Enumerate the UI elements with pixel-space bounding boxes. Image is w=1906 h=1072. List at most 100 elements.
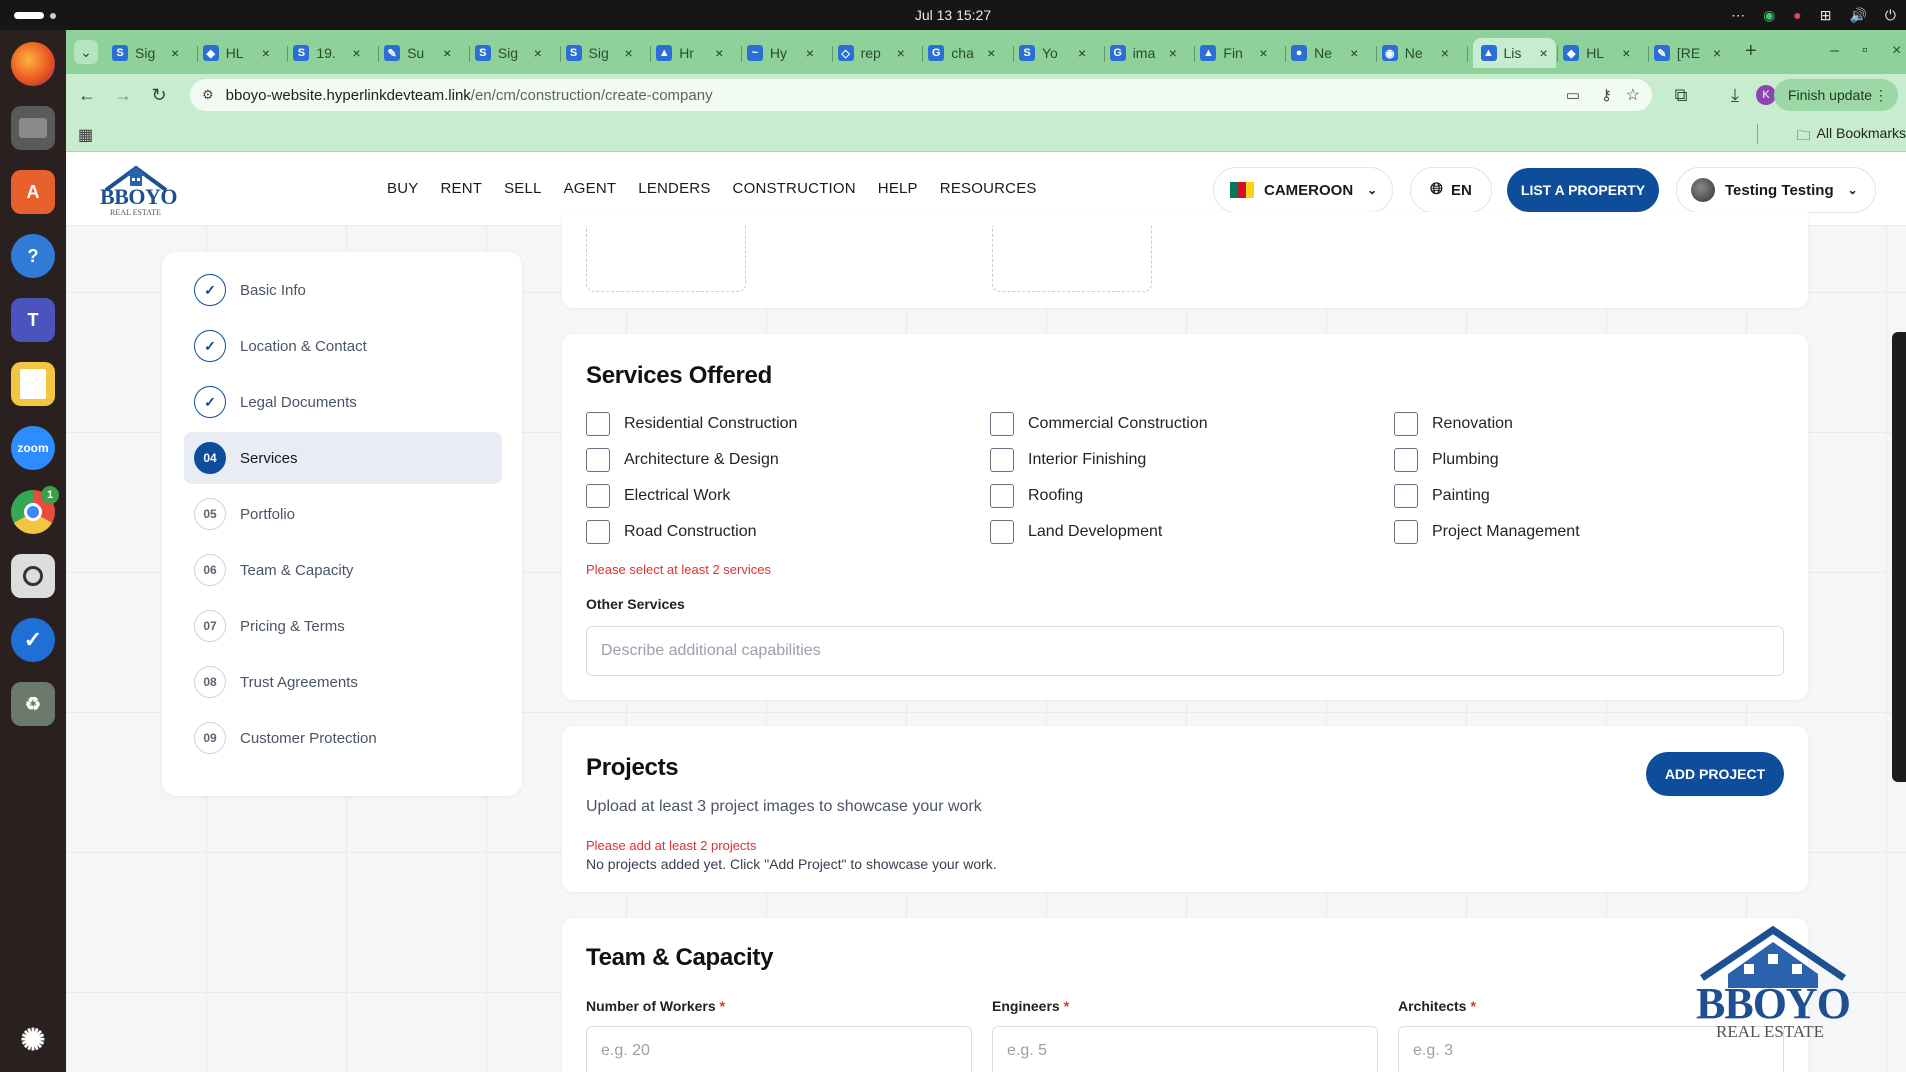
nav-link-buy[interactable]: BUY bbox=[387, 180, 418, 197]
downloads-icon[interactable]: ⤓ bbox=[1724, 84, 1746, 106]
browser-tab[interactable]: S Sig × bbox=[474, 38, 542, 68]
help-icon[interactable]: ? bbox=[11, 234, 55, 278]
tray-power-icon[interactable]: ⏻ bbox=[1885, 7, 1896, 24]
bookmark-star-icon[interactable]: ☆ bbox=[1626, 85, 1640, 105]
tab-close-icon[interactable]: × bbox=[1441, 45, 1449, 61]
tab-close-icon[interactable]: × bbox=[1540, 45, 1548, 61]
tab-close-icon[interactable]: × bbox=[715, 45, 723, 61]
browser-tab[interactable]: S Sig × bbox=[112, 38, 179, 68]
service-checkbox-item[interactable]: Residential Construction bbox=[586, 412, 797, 436]
upload-dropzone[interactable] bbox=[586, 226, 746, 292]
language-selector[interactable]: 🌐︎ EN bbox=[1410, 167, 1492, 213]
browser-tab[interactable]: ✎ [RE × bbox=[1653, 38, 1721, 68]
search-icon[interactable] bbox=[11, 554, 55, 598]
country-selector[interactable]: CAMEROON ⌄ bbox=[1213, 167, 1393, 213]
reload-icon[interactable]: ↻ bbox=[148, 84, 170, 106]
checkbox[interactable] bbox=[586, 520, 610, 544]
system-clock[interactable]: Jul 13 15:27 bbox=[0, 7, 1906, 23]
checkbox[interactable] bbox=[586, 484, 610, 508]
tray-volume-icon[interactable]: 🔊 bbox=[1849, 7, 1866, 24]
tab-close-icon[interactable]: × bbox=[806, 45, 814, 61]
checkbox[interactable] bbox=[990, 520, 1014, 544]
browser-tab[interactable]: ◇ rep × bbox=[837, 38, 905, 68]
checkbox[interactable] bbox=[1394, 484, 1418, 508]
browser-tab[interactable]: ▲ Hr × bbox=[656, 38, 723, 68]
show-apps-icon[interactable]: ✺ bbox=[11, 1018, 55, 1062]
zoom-icon[interactable]: zoom bbox=[11, 426, 55, 470]
step-item[interactable]: 08 Trust Agreements bbox=[184, 656, 502, 708]
step-item[interactable]: 06 Team & Capacity bbox=[184, 544, 502, 596]
service-checkbox-item[interactable]: Road Construction bbox=[586, 520, 757, 544]
extensions-icon[interactable]: ⧉ bbox=[1670, 84, 1692, 106]
trash-icon[interactable]: ♻ bbox=[11, 682, 55, 726]
tray-more-icon[interactable]: ⋯ bbox=[1731, 7, 1745, 24]
nav-link-rent[interactable]: RENT bbox=[440, 180, 482, 197]
tab-close-icon[interactable]: × bbox=[897, 45, 905, 61]
service-checkbox-item[interactable]: Plumbing bbox=[1394, 448, 1499, 472]
checkbox[interactable] bbox=[1394, 520, 1418, 544]
browser-tab[interactable]: Gcha × bbox=[928, 38, 995, 68]
tab-close-icon[interactable]: × bbox=[1169, 45, 1177, 61]
checkbox[interactable] bbox=[1394, 412, 1418, 436]
checkbox[interactable] bbox=[1394, 448, 1418, 472]
step-item[interactable]: ✓ Basic Info bbox=[184, 264, 502, 316]
tab-close-icon[interactable]: × bbox=[1259, 45, 1267, 61]
browser-tab[interactable]: S 19. × bbox=[293, 38, 361, 68]
forward-icon[interactable]: → bbox=[112, 84, 134, 106]
text-editor-icon[interactable] bbox=[11, 362, 55, 406]
maximize-icon[interactable]: ▫ bbox=[1862, 42, 1868, 60]
browser-tab[interactable]: Gima × bbox=[1109, 38, 1177, 68]
tab-close-icon[interactable]: × bbox=[443, 45, 451, 61]
new-tab-button[interactable]: + bbox=[1745, 40, 1757, 63]
address-bar[interactable]: ⚙ bboyo-website.hyperlinkdevteam.link/en… bbox=[190, 79, 1652, 111]
step-item[interactable]: 04 Services bbox=[184, 432, 502, 484]
all-bookmarks-link[interactable]: 🗀 All Bookmarks bbox=[1797, 125, 1906, 149]
firefox-icon[interactable] bbox=[11, 42, 55, 86]
team-field-input[interactable]: e.g. 5 bbox=[992, 1026, 1378, 1072]
tab-close-icon[interactable]: × bbox=[987, 45, 995, 61]
tab-close-icon[interactable]: × bbox=[1078, 45, 1086, 61]
service-checkbox-item[interactable]: Commercial Construction bbox=[990, 412, 1208, 436]
step-item[interactable]: ✓ Legal Documents bbox=[184, 376, 502, 428]
service-checkbox-item[interactable]: Roofing bbox=[990, 484, 1083, 508]
upload-dropzone[interactable] bbox=[992, 226, 1152, 292]
nav-link-agent[interactable]: AGENT bbox=[564, 180, 617, 197]
step-item[interactable]: 07 Pricing & Terms bbox=[184, 600, 502, 652]
tab-close-icon[interactable]: × bbox=[1622, 45, 1630, 61]
apps-grid-icon[interactable]: ▦ bbox=[78, 125, 93, 145]
checkbox[interactable] bbox=[990, 484, 1014, 508]
service-checkbox-item[interactable]: Electrical Work bbox=[586, 484, 730, 508]
nav-link-resources[interactable]: RESOURCES bbox=[940, 180, 1037, 197]
tab-close-icon[interactable]: × bbox=[534, 45, 542, 61]
browser-tab[interactable]: ~ Hy × bbox=[746, 38, 814, 68]
checkbox[interactable] bbox=[586, 448, 610, 472]
checkbox[interactable] bbox=[990, 412, 1014, 436]
nav-link-lenders[interactable]: LENDERS bbox=[638, 180, 710, 197]
list-property-button[interactable]: LIST A PROPERTY bbox=[1507, 168, 1659, 212]
service-checkbox-item[interactable]: Renovation bbox=[1394, 412, 1513, 436]
browser-tab[interactable]: ◆ HL × bbox=[1563, 38, 1630, 68]
add-project-button[interactable]: ADD PROJECT bbox=[1646, 752, 1784, 796]
cast-icon[interactable]: ▭ bbox=[1566, 86, 1580, 104]
user-menu[interactable]: Testing Testing ⌄ bbox=[1676, 167, 1876, 213]
minimize-icon[interactable]: – bbox=[1830, 42, 1839, 60]
tab-close-icon[interactable]: × bbox=[625, 45, 633, 61]
app-center-icon[interactable]: A bbox=[11, 170, 55, 214]
browser-tab[interactable]: ✎ Su × bbox=[384, 38, 451, 68]
teams-icon[interactable]: T bbox=[11, 298, 55, 342]
browser-tab[interactable]: S Sig × bbox=[565, 38, 633, 68]
browser-tab[interactable]: ● Ne × bbox=[1291, 38, 1358, 68]
service-checkbox-item[interactable]: Interior Finishing bbox=[990, 448, 1146, 472]
other-services-input[interactable]: Describe additional capabilities bbox=[586, 626, 1784, 676]
tab-close-icon[interactable]: × bbox=[262, 45, 270, 61]
service-checkbox-item[interactable]: Land Development bbox=[990, 520, 1162, 544]
system-tray[interactable]: ⋯ ◉ ● ⊞ 🔊 ⏻ bbox=[1731, 7, 1896, 24]
tab-close-icon[interactable]: × bbox=[1350, 45, 1358, 61]
chrome-icon[interactable]: 1 bbox=[11, 486, 59, 534]
site-info-icon[interactable]: ⚙ bbox=[202, 87, 214, 103]
tab-close-icon[interactable]: × bbox=[352, 45, 360, 61]
service-checkbox-item[interactable]: Painting bbox=[1394, 484, 1490, 508]
checkbox[interactable] bbox=[990, 448, 1014, 472]
checklist-icon[interactable]: ✓ bbox=[11, 618, 55, 662]
browser-tab[interactable]: ▲ Fin × bbox=[1200, 38, 1268, 68]
